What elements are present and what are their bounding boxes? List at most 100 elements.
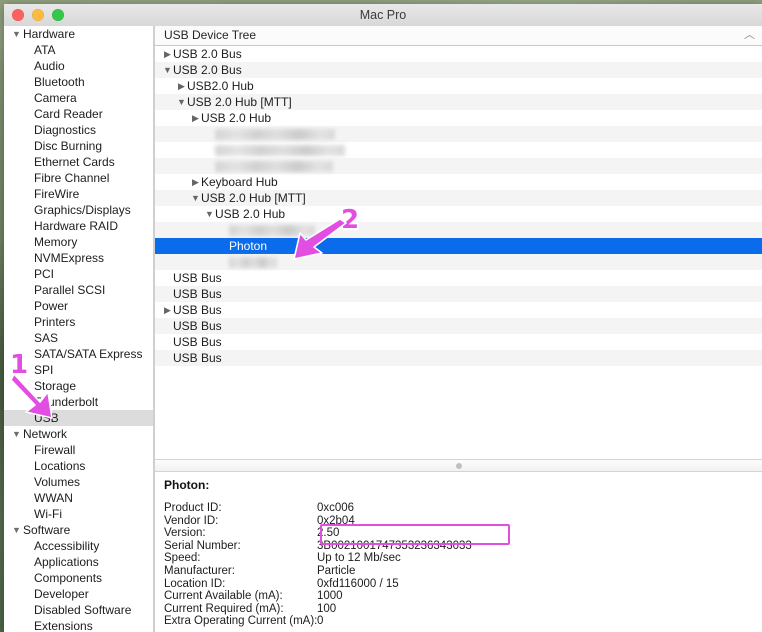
sidebar-item-bluetooth[interactable]: Bluetooth — [4, 74, 154, 90]
sidebar-item-audio[interactable]: Audio — [4, 58, 154, 74]
sidebar-item-components[interactable]: Components — [4, 570, 154, 586]
disclosure-triangle-icon[interactable]: ▼ — [12, 426, 22, 442]
tree-row-usb2-0-hub[interactable]: ▶ USB2.0 Hub — [155, 78, 762, 94]
sidebar-item-pci[interactable]: PCI — [4, 266, 154, 282]
sidebar-item-developer[interactable]: Developer — [4, 586, 154, 602]
sidebar-item-power[interactable]: Power — [4, 298, 154, 314]
sidebar-item-memory[interactable]: Memory — [4, 234, 154, 250]
splitter-handle-dot[interactable] — [455, 462, 462, 469]
tree-row-keyboard-hub[interactable]: ▶ Keyboard Hub — [155, 174, 762, 190]
disclosure-triangle-icon[interactable]: ▶ — [176, 78, 187, 94]
system-information-window: Mac Pro ▼ Hardware ATA Audio Bluetooth Camera… — [4, 4, 762, 632]
disclosure-triangle-icon[interactable]: ▼ — [12, 522, 22, 538]
tree-row-photon[interactable]: Photon — [155, 238, 762, 254]
sidebar-item-graphics-displays[interactable]: Graphics/Displays — [4, 202, 154, 218]
sidebar-item-extensions[interactable]: Extensions — [4, 618, 154, 632]
disclosure-triangle-icon[interactable]: ▼ — [176, 94, 187, 110]
sidebar-item-ata[interactable]: ATA — [4, 42, 154, 58]
tree-row-label: USB 2.0 Hub — [215, 207, 286, 221]
tree-row-usb-2-0-hub[interactable]: ▼USB 2.0 Hub — [155, 206, 762, 222]
sidebar-item-card-reader[interactable]: Card Reader — [4, 106, 154, 122]
usb-device-tree[interactable]: ▶ USB 2.0 Bus ▼USB 2.0 Bus ▶ USB2.0 Hub ▼USB … — [155, 46, 762, 459]
detail-field-label: Location ID: — [164, 577, 226, 590]
disclosure-triangle-icon[interactable]: ▼ — [12, 26, 22, 42]
window-titlebar[interactable]: Mac Pro — [4, 4, 762, 27]
disclosure-triangle-icon[interactable]: ▼ — [162, 62, 173, 78]
redacted-device-name — [215, 161, 333, 173]
disclosure-triangle-icon[interactable]: ▼ — [204, 206, 215, 222]
sidebar-item-accessibility[interactable]: Accessibility — [4, 538, 154, 554]
sidebar-item-nvmexpress[interactable]: NVMExpress — [4, 250, 154, 266]
tree-row-usb-bus[interactable]: USB Bus — [155, 350, 762, 366]
disclosure-triangle-icon[interactable]: ▼ — [190, 190, 201, 206]
sidebar-item-fibre-channel[interactable]: Fibre Channel — [4, 170, 154, 186]
detail-field-row: Extra Operating Current (mA): 0 — [155, 615, 762, 628]
tree-row-redacted[interactable] — [155, 222, 762, 238]
tree-row-usb-bus[interactable]: USB Bus — [155, 270, 762, 286]
tree-row-redacted[interactable] — [155, 126, 762, 142]
disclosure-triangle-icon[interactable]: ▶ — [190, 174, 201, 190]
sidebar-item-camera[interactable]: Camera — [4, 90, 154, 106]
detail-field-row: Vendor ID: 0x2b04 — [155, 515, 762, 528]
tree-row-usb-2-0-bus[interactable]: ▼USB 2.0 Bus — [155, 62, 762, 78]
sidebar-item-locations[interactable]: Locations — [4, 458, 154, 474]
sidebar-item-label: FireWire — [34, 187, 80, 201]
sidebar-item-wi-fi[interactable]: Wi-Fi — [4, 506, 154, 522]
detail-field-label: Serial Number: — [164, 539, 241, 552]
tree-row-usb-2-0-hub-mtt[interactable]: ▼USB 2.0 Hub [MTT] — [155, 190, 762, 206]
detail-field-label: Current Required (mA): — [164, 602, 284, 615]
sidebar-item-wwan[interactable]: WWAN — [4, 490, 154, 506]
sidebar-item-label: Power — [34, 299, 69, 313]
sidebar-item-hardware-raid[interactable]: Hardware RAID — [4, 218, 154, 234]
tree-row-redacted[interactable] — [155, 142, 762, 158]
sidebar-item-firewire[interactable]: FireWire — [4, 186, 154, 202]
tree-row-usb-bus[interactable]: USB Bus — [155, 334, 762, 350]
disclosure-triangle-icon[interactable]: ▶ — [190, 110, 201, 126]
sidebar-item-sata-sata-express[interactable]: SATA/SATA Express — [4, 346, 154, 362]
pane-splitter[interactable] — [155, 459, 762, 472]
tree-row-redacted[interactable] — [155, 254, 762, 270]
redacted-device-name — [215, 129, 335, 141]
sidebar-item-parallel-scsi[interactable]: Parallel SCSI — [4, 282, 154, 298]
detail-field-label: Speed: — [164, 552, 201, 565]
tree-row-label: USB 2.0 Hub [MTT] — [187, 95, 292, 109]
sidebar-item-applications[interactable]: Applications — [4, 554, 154, 570]
sidebar-item-thunderbolt[interactable]: Thunderbolt — [4, 394, 154, 410]
sidebar-item-diagnostics[interactable]: Diagnostics — [4, 122, 154, 138]
tree-row-usb-2-0-hub[interactable]: ▶ USB 2.0 Hub — [155, 110, 762, 126]
tree-row-label: USB Bus — [173, 271, 222, 285]
disclosure-triangle-icon[interactable]: ▶ — [162, 46, 173, 62]
chevron-up-icon[interactable]: ︿ — [744, 29, 755, 42]
sidebar-item-disabled-software[interactable]: Disabled Software — [4, 602, 154, 618]
tree-row-label: USB 2.0 Bus — [173, 47, 242, 61]
sidebar-item-volumes[interactable]: Volumes — [4, 474, 154, 490]
sidebar-item-ethernet-cards[interactable]: Ethernet Cards — [4, 154, 154, 170]
sidebar-item-usb[interactable]: USB — [4, 410, 154, 426]
disclosure-triangle-icon[interactable]: ▶ — [162, 302, 173, 318]
detail-field-value: 2.50 — [317, 527, 340, 540]
tree-row-label: USB2.0 Hub — [187, 79, 254, 93]
sidebar[interactable]: ▼ Hardware ATA Audio Bluetooth Camera Card Rea… — [4, 26, 155, 632]
sidebar-item-storage[interactable]: Storage — [4, 378, 154, 394]
tree-row-redacted[interactable] — [155, 158, 762, 174]
tree-row-label: USB 2.0 Hub — [201, 111, 272, 125]
detail-field-row: Manufacturer: Particle — [155, 565, 762, 578]
detail-field-value: Up to 12 Mb/sec — [317, 552, 401, 565]
detail-field-label: Product ID: — [164, 502, 222, 514]
sidebar-item-disc-burning[interactable]: Disc Burning — [4, 138, 154, 154]
tree-row-usb-2-0-bus[interactable]: ▶ USB 2.0 Bus — [155, 46, 762, 62]
sidebar-item-sas[interactable]: SAS — [4, 330, 154, 346]
tree-row-label: USB Bus — [173, 351, 222, 365]
sidebar-item-spi[interactable]: SPI — [4, 362, 154, 378]
sidebar-item-label: Storage — [34, 379, 77, 393]
tree-row-usb-bus[interactable]: ▶ USB Bus — [155, 302, 762, 318]
tree-row-usb-bus[interactable]: USB Bus — [155, 286, 762, 302]
sidebar-item-printers[interactable]: Printers — [4, 314, 154, 330]
tree-row-usb-2-0-hub-mtt[interactable]: ▼USB 2.0 Hub [MTT] — [155, 94, 762, 110]
tree-row-usb-bus[interactable]: USB Bus — [155, 318, 762, 334]
tree-row-label: USB Bus — [173, 319, 222, 333]
sidebar-item-software[interactable]: ▼ Software — [4, 522, 154, 538]
sidebar-item-hardware[interactable]: ▼ Hardware — [4, 26, 154, 42]
sidebar-item-network[interactable]: ▼ Network — [4, 426, 154, 442]
sidebar-item-firewall[interactable]: Firewall — [4, 442, 154, 458]
